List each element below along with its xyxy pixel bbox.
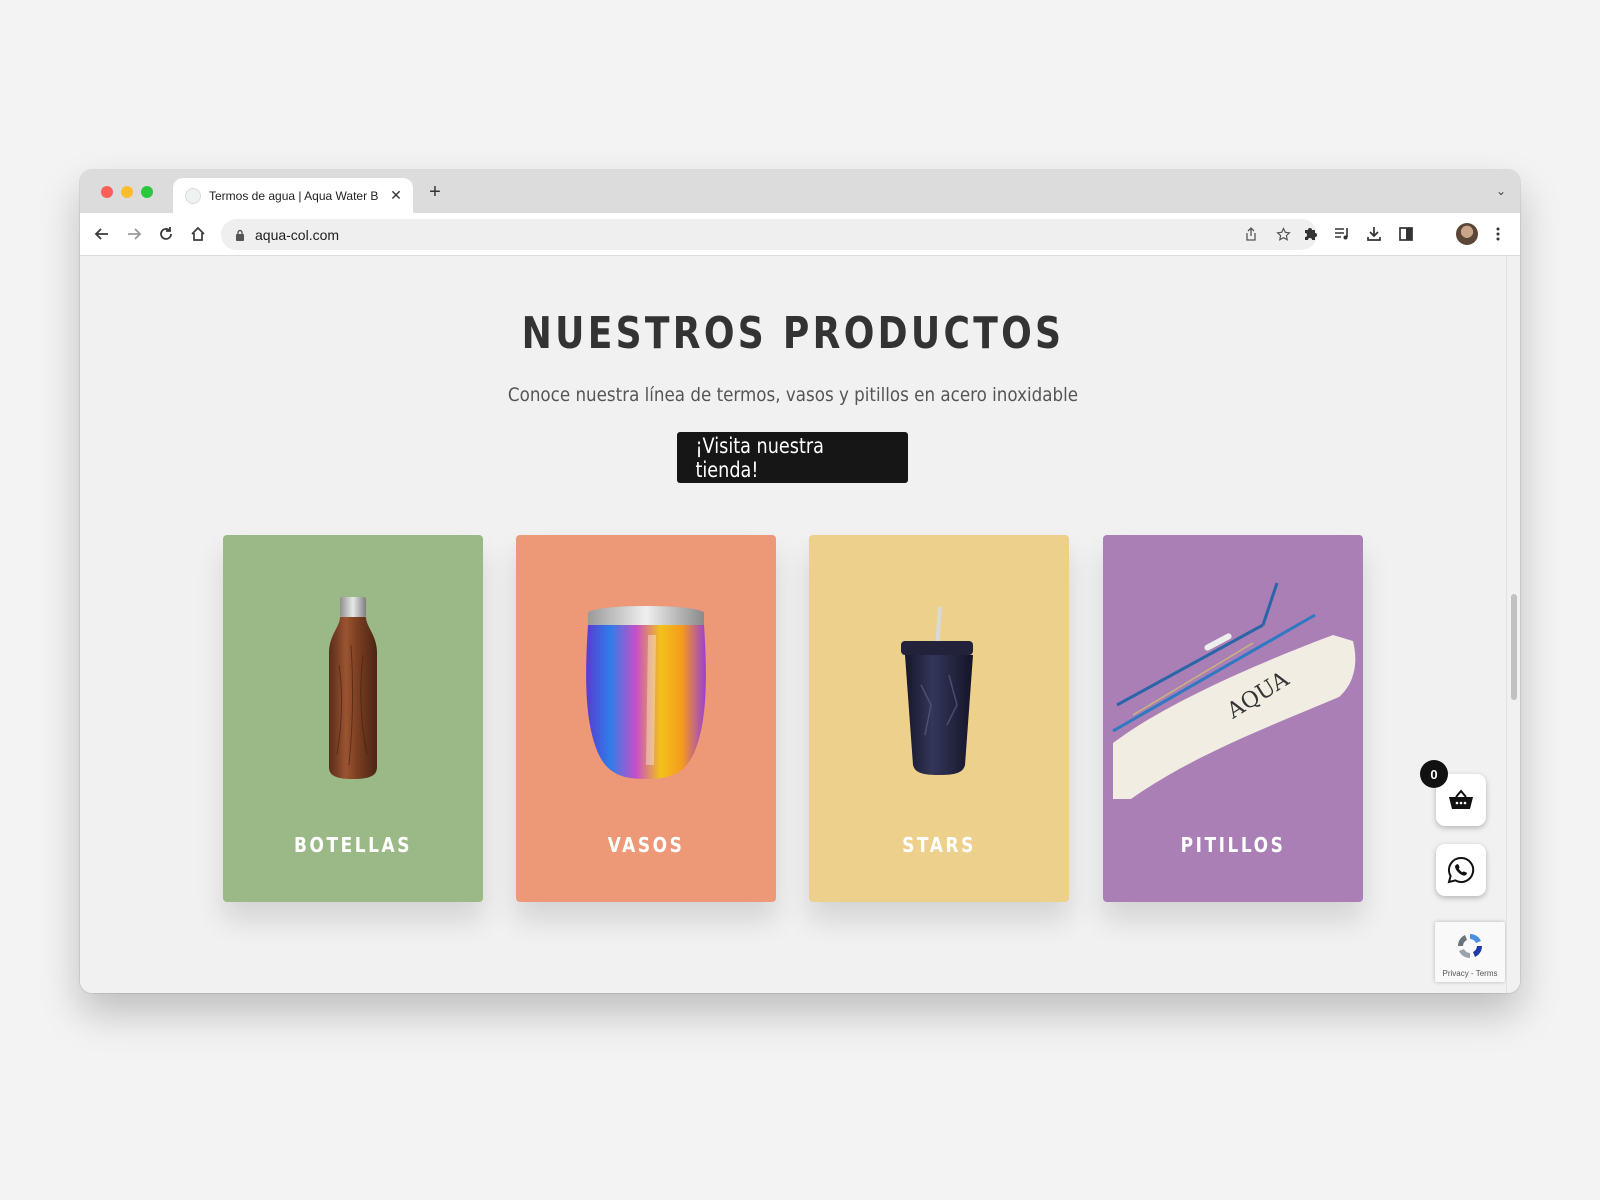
back-button[interactable]: [90, 222, 114, 246]
extensions-button[interactable]: [1298, 222, 1322, 246]
lock-icon: [236, 229, 244, 241]
browser-menu-button[interactable]: [1486, 222, 1510, 246]
product-card-stars[interactable]: STARS: [809, 535, 1069, 902]
recaptcha-links[interactable]: Privacy - Terms: [1435, 969, 1505, 978]
product-label: PITILLOS: [1180, 833, 1286, 857]
star-icon[interactable]: [1273, 224, 1293, 244]
scrollbar-thumb[interactable]: [1511, 594, 1517, 700]
close-window-button[interactable]: [101, 186, 113, 198]
product-label: BOTELLAS: [293, 833, 413, 857]
cart-count-badge: 0: [1420, 760, 1448, 788]
forward-button[interactable]: [122, 222, 146, 246]
active-tab[interactable]: Termos de agua | Aqua Water B ✕: [173, 178, 413, 213]
address-bar[interactable]: aqua-col.com: [221, 219, 1317, 250]
whatsapp-icon: [1447, 856, 1475, 884]
site-favicon-icon: [185, 187, 201, 204]
browser-toolbar: aqua-col.com: [80, 213, 1520, 256]
page-scrollbar[interactable]: [1506, 256, 1520, 993]
download-button[interactable]: [1362, 222, 1386, 246]
side-panel-button[interactable]: [1394, 222, 1418, 246]
side-panel-icon: [1399, 227, 1413, 241]
product-label: VASOS: [607, 833, 685, 857]
profile-avatar[interactable]: [1456, 223, 1478, 245]
product-card-vasos[interactable]: VASOS: [516, 535, 776, 902]
media-control-button[interactable]: [1330, 222, 1354, 246]
home-button[interactable]: [186, 222, 210, 246]
share-icon[interactable]: [1241, 224, 1261, 244]
tab-close-icon[interactable]: ✕: [389, 187, 403, 204]
maximize-window-button[interactable]: [141, 186, 153, 198]
recaptcha-logo-icon: [1457, 933, 1483, 959]
home-icon: [191, 226, 205, 241]
visit-store-button[interactable]: ¡Visita nuestra tienda!: [677, 432, 908, 483]
star-cup-image: [901, 606, 973, 775]
reload-button[interactable]: [154, 222, 178, 246]
tab-search-icon[interactable]: ⌄: [1496, 184, 1506, 198]
whatsapp-button[interactable]: [1436, 844, 1486, 896]
visit-store-label: ¡Visita nuestra tienda!: [695, 433, 824, 482]
browser-window: Termos de agua | Aqua Water B ✕ + ⌄ aqua…: [80, 170, 1520, 993]
product-label: STARS: [902, 833, 976, 857]
arrow-right-icon: [128, 228, 142, 240]
kebab-menu-icon: [1496, 227, 1500, 241]
puzzle-icon: [1305, 228, 1317, 240]
media-control-icon: [1335, 228, 1348, 240]
minimize-window-button[interactable]: [121, 186, 133, 198]
page-viewport: NUESTROS PRODUCTOS Conoce nuestra línea …: [80, 256, 1506, 993]
tab-title: Termos de agua | Aqua Water B: [209, 188, 379, 203]
product-card-pitillos[interactable]: AQUA PITILLOS: [1103, 535, 1363, 902]
straws-pouch-image: AQUA: [1112, 582, 1356, 799]
arrow-left-icon: [94, 228, 108, 240]
recaptcha-badge[interactable]: Privacy - Terms: [1435, 922, 1505, 982]
rainbow-tumbler-image: [586, 606, 706, 779]
tab-bar: Termos de agua | Aqua Water B ✕ + ⌄: [80, 170, 1520, 213]
section-subtitle: Conoce nuestra línea de termos, vasos y …: [507, 384, 1079, 406]
new-tab-button[interactable]: +: [424, 181, 446, 204]
product-card-botellas[interactable]: BOTELLAS: [223, 535, 483, 902]
basket-icon: [1449, 789, 1473, 809]
reload-icon: [160, 227, 172, 240]
wood-bottle-image: [329, 597, 377, 779]
section-title: NUESTROS PRODUCTOS: [521, 308, 1065, 359]
url-text: aqua-col.com: [255, 226, 340, 243]
download-icon: [1367, 227, 1381, 241]
